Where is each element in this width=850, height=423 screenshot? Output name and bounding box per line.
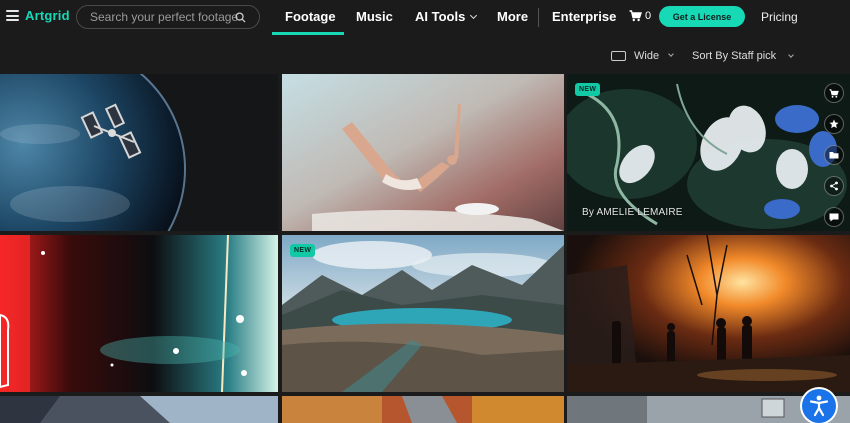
cart-button[interactable]: 0 bbox=[629, 10, 651, 22]
clip-tile-space-station[interactable] bbox=[0, 74, 278, 231]
chevron-down-icon bbox=[470, 11, 478, 20]
clip-tile-building[interactable] bbox=[0, 396, 278, 423]
accessibility-button[interactable] bbox=[802, 389, 836, 423]
thumbnail-film-burn bbox=[0, 235, 278, 392]
view-mode-label: Wide bbox=[634, 50, 660, 62]
results-toolbar: Wide Sort By Staff pick bbox=[0, 35, 850, 73]
clip-tile-film-burn[interactable] bbox=[0, 235, 278, 392]
add-to-folder-icon[interactable] bbox=[824, 145, 844, 165]
new-badge: NEW bbox=[290, 244, 316, 257]
thumbnail-autumn-road bbox=[282, 396, 564, 423]
nav-footage[interactable]: Footage bbox=[285, 9, 336, 24]
thumbnail-firefighters bbox=[567, 235, 850, 392]
wide-layout-icon bbox=[611, 51, 626, 61]
artgrid-logo[interactable]: Artgrid bbox=[25, 8, 70, 23]
cart-icon bbox=[629, 10, 642, 22]
nav-ai-tools[interactable]: AI Tools bbox=[415, 9, 478, 24]
clip-tile-mountain-lake[interactable]: NEW bbox=[282, 235, 564, 392]
favorite-star-icon[interactable] bbox=[824, 114, 844, 134]
new-badge: NEW bbox=[575, 83, 601, 96]
chevron-down-icon bbox=[668, 51, 674, 57]
clip-tile-autumn-road[interactable] bbox=[282, 396, 564, 423]
accessibility-icon bbox=[809, 395, 829, 417]
nav-more[interactable]: More bbox=[497, 9, 528, 24]
sort-label: Sort By Staff pick bbox=[692, 50, 777, 62]
top-nav: Artgrid Footage Music AI Tools More Ente… bbox=[0, 0, 850, 35]
nav-enterprise[interactable]: Enterprise bbox=[552, 9, 616, 24]
clip-tile-flowers[interactable]: NEW By AMELIE LEMAIRE bbox=[567, 74, 850, 231]
nav-music[interactable]: Music bbox=[356, 9, 393, 24]
thumbnail-falling-woman bbox=[282, 74, 564, 231]
comment-icon[interactable] bbox=[824, 207, 844, 227]
search-icon[interactable] bbox=[235, 12, 246, 23]
cart-count: 0 bbox=[645, 10, 652, 22]
nav-divider bbox=[538, 8, 539, 27]
clip-tile-falling-woman[interactable] bbox=[282, 74, 564, 231]
view-mode-dropdown[interactable]: Wide bbox=[611, 50, 674, 62]
chevron-down-icon bbox=[788, 52, 795, 58]
nav-ai-tools-label: AI Tools bbox=[415, 9, 466, 24]
sort-dropdown[interactable]: Sort By Staff pick bbox=[692, 50, 795, 62]
thumbnail-mountain-lake bbox=[282, 235, 564, 392]
clip-actions bbox=[824, 83, 844, 231]
get-license-button[interactable]: Get a License bbox=[659, 6, 745, 27]
thumbnail-building bbox=[0, 396, 278, 423]
clip-tile-firefighters[interactable] bbox=[567, 235, 850, 392]
clip-credit[interactable]: By AMELIE LEMAIRE bbox=[582, 207, 683, 218]
add-to-cart-icon[interactable] bbox=[824, 83, 844, 103]
search-input[interactable] bbox=[90, 10, 240, 24]
menu-icon[interactable] bbox=[6, 10, 19, 21]
search-box[interactable] bbox=[76, 5, 260, 29]
thumbnail-space-station bbox=[0, 74, 278, 231]
nav-pricing[interactable]: Pricing bbox=[761, 10, 798, 24]
share-icon[interactable] bbox=[824, 176, 844, 196]
